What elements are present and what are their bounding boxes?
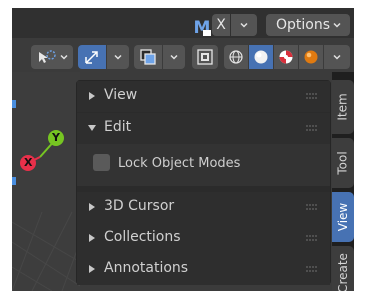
section-header-annotations[interactable]: Annotations	[77, 254, 330, 285]
xray-toggle-icon	[197, 49, 213, 65]
drag-grip-icon[interactable]	[306, 93, 318, 99]
tab-label: Tool	[336, 151, 350, 175]
chevron-down-icon	[333, 54, 341, 60]
collection-tag-label: X	[216, 17, 226, 33]
transform-gizmo-toggle[interactable]	[78, 45, 106, 69]
edit-section-body: Lock Object Modes	[77, 144, 330, 186]
rendered-shading-icon	[304, 50, 318, 64]
options-label: Options	[276, 17, 331, 33]
solid-shading-button[interactable]	[249, 45, 273, 69]
options-dropdown[interactable]: Options	[266, 14, 350, 36]
gizmo-dropdown[interactable]	[107, 45, 129, 69]
wireframe-shading-icon	[229, 50, 243, 64]
shading-dropdown[interactable]	[324, 45, 350, 69]
solid-shading-icon	[254, 50, 268, 64]
x-axis-label: X	[24, 156, 33, 169]
chevron-down-icon	[170, 54, 178, 60]
triangle-right-icon	[89, 234, 95, 242]
triangle-right-icon	[89, 203, 95, 211]
axis-navigation-gizmo[interactable]	[12, 122, 80, 182]
transform-arrows-icon	[85, 51, 98, 64]
chevron-down-icon	[240, 22, 248, 28]
rendered-shading-button[interactable]	[299, 45, 323, 69]
section-label: Collections	[104, 229, 181, 245]
triangle-down-icon	[88, 125, 96, 131]
xray-toggle[interactable]	[192, 45, 218, 69]
tab-tool[interactable]: Tool	[332, 138, 354, 188]
y-axis-label: Y	[52, 131, 60, 144]
tab-label: Item	[336, 93, 351, 121]
select-box-icon	[39, 50, 56, 63]
tab-create[interactable]: Create	[332, 246, 354, 291]
collection-tag-button[interactable]: X	[212, 14, 230, 36]
viewport-header: M X Options	[12, 8, 354, 38]
m-collection-icon[interactable]: M	[191, 16, 213, 38]
tab-label: Create	[336, 253, 350, 291]
chevron-down-icon	[333, 22, 341, 28]
triangle-right-icon	[89, 265, 95, 273]
sidebar-view-panel: View Edit Lock Object Modes 3D Cursor Co…	[76, 80, 331, 285]
material-shading-icon	[279, 50, 293, 64]
section-header-3d-cursor[interactable]: 3D Cursor	[77, 192, 330, 223]
tab-item[interactable]: Item	[332, 80, 354, 134]
collection-dropdown-button[interactable]	[231, 14, 257, 36]
material-shading-button[interactable]	[274, 45, 298, 69]
z-axis-marker	[12, 100, 16, 108]
blender-3d-viewport-window: M X Options Y X View Edit Lock Object Mo…	[12, 8, 354, 291]
overlays-toggle[interactable]	[134, 45, 162, 69]
drag-grip-icon[interactable]	[306, 204, 318, 210]
section-label: Annotations	[104, 260, 189, 276]
chevron-down-icon	[114, 54, 122, 60]
wireframe-shading-button[interactable]	[224, 45, 248, 69]
drag-grip-icon[interactable]	[306, 235, 318, 241]
triangle-right-icon	[89, 92, 95, 100]
lock-object-modes-label: Lock Object Modes	[118, 156, 241, 171]
viewport-canvas[interactable]: Y X	[12, 72, 80, 291]
section-header-edit[interactable]: Edit	[77, 113, 330, 144]
section-label: Edit	[104, 119, 132, 135]
overlay-squares-icon	[140, 49, 156, 65]
section-header-view[interactable]: View	[77, 81, 330, 112]
lock-object-modes-checkbox[interactable]	[93, 154, 110, 171]
tab-view[interactable]: View	[332, 192, 354, 242]
tab-label: View	[336, 202, 351, 232]
chevron-down-icon	[60, 54, 68, 60]
sidebar-tabs: Item Tool View Create	[332, 72, 354, 291]
section-label: 3D Cursor	[104, 198, 175, 214]
overlays-dropdown[interactable]	[163, 45, 185, 69]
select-mode-dropdown[interactable]	[31, 45, 73, 69]
section-header-collections[interactable]: Collections	[77, 223, 330, 254]
viewport-toolbar	[12, 42, 354, 72]
drag-grip-icon[interactable]	[306, 266, 318, 272]
drag-grip-icon[interactable]	[306, 125, 318, 131]
section-label: View	[104, 87, 138, 103]
